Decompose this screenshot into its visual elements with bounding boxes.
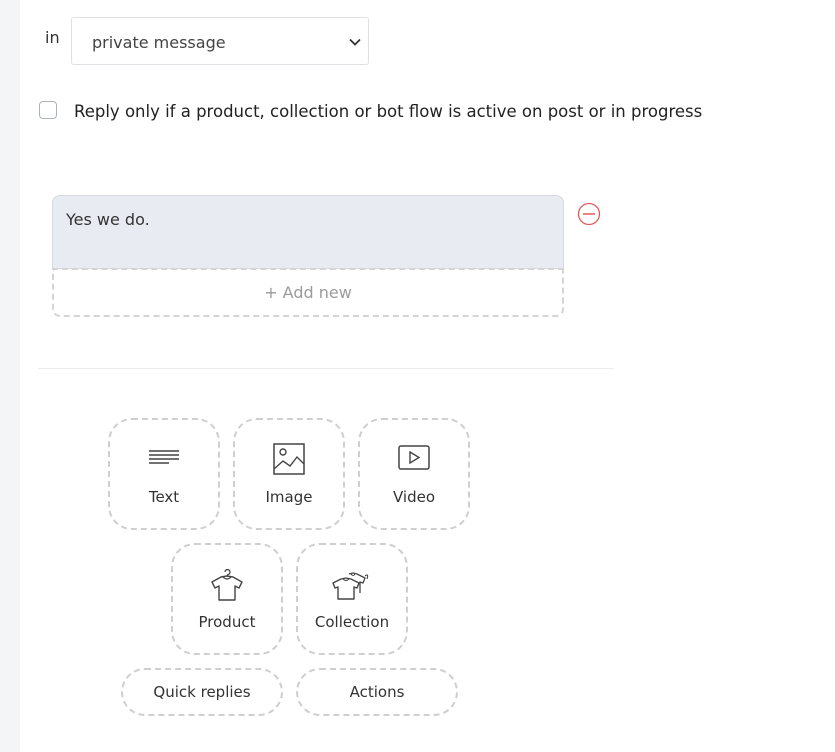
message-text-block[interactable]: Yes we do. [52,195,564,269]
tile-label: Text [148,488,180,506]
condition-checkbox-label: Reply only if a product, collection or b… [74,102,703,121]
add-new-button[interactable]: + Add new [52,268,564,317]
actions-button[interactable]: Actions [296,668,458,716]
section-divider [38,368,614,369]
message-editor: Yes we do. + Add new [52,195,564,317]
add-image-button[interactable]: Image [233,418,345,530]
video-play-icon [398,445,430,470]
quick-replies-button[interactable]: Quick replies [121,668,283,716]
chevron-down-icon [349,38,361,46]
in-label: in [45,28,60,47]
condition-checkbox[interactable] [39,101,57,119]
add-product-button[interactable]: Product [171,543,283,655]
shirt-hanger-icon [211,568,243,601]
remove-message-icon[interactable] [577,202,601,226]
add-video-button[interactable]: Video [358,418,470,530]
tile-label: Video [392,488,436,506]
shirts-stack-icon [332,572,369,600]
channel-select[interactable]: private message [71,17,369,65]
left-panel-edge [0,0,20,752]
text-lines-icon [149,450,179,464]
add-collection-button[interactable]: Collection [296,543,408,655]
add-text-button[interactable]: Text [108,418,220,530]
image-icon [273,443,305,475]
tile-label: Collection [314,613,390,631]
channel-select-value: private message [92,33,226,52]
tile-label: Image [265,488,313,506]
tile-label: Product [198,613,256,631]
